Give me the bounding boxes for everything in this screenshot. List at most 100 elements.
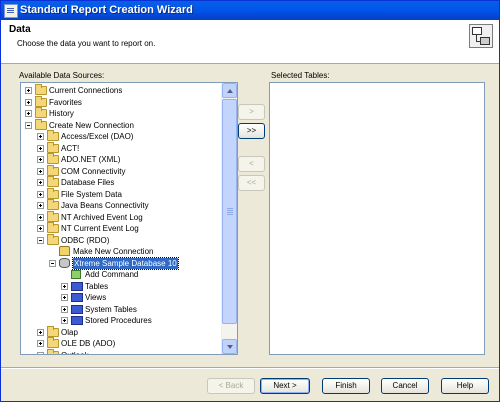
folder-icon [35, 84, 47, 95]
tree-item[interactable]: ACT! [21, 141, 221, 154]
database-table-icon [71, 281, 83, 291]
tree-item[interactable]: ADO.NET (XML) [21, 153, 221, 165]
folder-icon [47, 130, 59, 141]
tree-item-label: OLE DB (ADO) [61, 339, 116, 348]
expand-icon[interactable] [37, 202, 44, 209]
remove-all-button[interactable]: << [238, 175, 265, 191]
tree-item[interactable]: NT Current Event Log [21, 222, 221, 234]
tree-vertical-scrollbar[interactable] [221, 83, 237, 354]
scroll-up-button[interactable] [222, 83, 237, 98]
next-button[interactable]: Next > [260, 378, 310, 394]
folder-icon [35, 107, 47, 118]
tree-item[interactable]: Current Connections [21, 84, 221, 96]
expand-icon[interactable] [37, 156, 44, 163]
tree-item-label: Views [85, 293, 107, 302]
folder-icon [47, 337, 59, 348]
collapse-icon[interactable] [37, 236, 44, 244]
tree-item-label: Olap [61, 327, 78, 337]
expand-icon[interactable] [37, 144, 44, 152]
new-connection-icon [59, 246, 70, 256]
tree-item-label: NT Current Event Log [61, 224, 139, 233]
database-server-icon [59, 257, 70, 268]
tree-item[interactable]: Add Command [21, 269, 221, 280]
expand-icon[interactable] [25, 87, 32, 94]
collapse-icon[interactable] [25, 121, 32, 129]
expand-icon[interactable] [37, 351, 44, 354]
back-button[interactable]: < Back [207, 378, 255, 394]
tree-item[interactable]: Database Files [21, 176, 221, 188]
window-title: Standard Report Creation Wizard [20, 4, 193, 16]
tree-item[interactable]: Olap [21, 325, 221, 338]
tree-item[interactable]: Stored Procedures [21, 315, 221, 326]
tree-item-label: Add Command [85, 270, 139, 279]
tree-item[interactable]: Views [21, 292, 221, 303]
data-tables-icon [469, 24, 493, 48]
tree-item-label: Make New Connection [73, 247, 154, 256]
tree-item-label: File System Data [61, 189, 122, 199]
folder-icon [47, 325, 59, 337]
collapse-icon[interactable] [49, 259, 56, 267]
cancel-button[interactable]: Cancel [381, 378, 429, 394]
tree-item-label: History [49, 109, 74, 118]
expand-icon[interactable] [37, 225, 44, 232]
expand-icon[interactable] [61, 282, 68, 290]
tree-item-label: Access/Excel (DAO) [61, 132, 134, 141]
expand-icon[interactable] [37, 340, 44, 347]
tree-item[interactable]: History [21, 107, 221, 119]
tree-item[interactable]: File System Data [21, 187, 221, 200]
folder-icon [47, 222, 59, 233]
tree-item[interactable]: Create New Connection [21, 118, 221, 131]
tree-item[interactable]: Make New Connection [21, 246, 221, 257]
tree-item[interactable]: COM Connectivity [21, 164, 221, 177]
available-sources-tree[interactable]: Current Connections Favorites History Creat… [20, 82, 238, 355]
scroll-thumb[interactable] [222, 99, 237, 324]
expand-icon[interactable] [61, 305, 68, 313]
database-table-icon [71, 304, 83, 314]
help-button[interactable]: Help [441, 378, 489, 394]
expand-icon[interactable] [25, 110, 32, 117]
tree-item[interactable]: Tables [21, 281, 221, 292]
page-title: Data [9, 24, 31, 35]
tree-item-label: System Tables [85, 304, 137, 314]
scroll-down-button[interactable] [222, 339, 237, 354]
selected-tables-label: Selected Tables: [271, 71, 330, 80]
tree-item[interactable]: OLE DB (ADO) [21, 337, 221, 349]
expand-icon[interactable] [37, 133, 44, 140]
folder-icon [35, 118, 47, 130]
tree-item[interactable]: ODBC (RDO) [21, 233, 221, 246]
tree-item-label: ACT! [61, 143, 80, 153]
add-all-button[interactable]: >> [238, 123, 265, 139]
expand-icon[interactable] [37, 328, 44, 336]
add-one-button[interactable]: > [238, 104, 265, 120]
tree-item-label: NT Archived Event Log [61, 212, 143, 222]
expand-icon[interactable] [37, 213, 44, 221]
tree-item[interactable]: NT Archived Event Log [21, 210, 221, 223]
expand-icon[interactable] [37, 179, 44, 186]
expand-icon[interactable] [25, 98, 32, 106]
tree-item[interactable]: Outlook [21, 348, 221, 354]
folder-icon [47, 348, 59, 354]
tree-item[interactable]: Access/Excel (DAO) [21, 130, 221, 142]
footer-divider [1, 367, 499, 369]
tree-item[interactable]: Favorites [21, 95, 221, 108]
finish-button[interactable]: Finish [322, 378, 370, 394]
tree-item[interactable]: System Tables [21, 304, 221, 315]
tree-item-label: Xtreme Sample Database 10 [72, 256, 179, 270]
database-table-icon [71, 316, 83, 325]
remove-one-button[interactable]: < [238, 156, 265, 172]
tree-item-label: Database Files [61, 178, 115, 187]
tree-item-label: Java Beans Connectivity [61, 201, 149, 210]
expand-icon[interactable] [37, 190, 44, 198]
expand-icon[interactable] [37, 167, 44, 175]
tree-item-label: Tables [85, 281, 109, 291]
available-sources-label: Available Data Sources: [19, 71, 105, 80]
tree-item[interactable]: Xtreme Sample Database 10 [21, 256, 221, 270]
tree-item-label: Favorites [49, 97, 82, 107]
selected-tables-list[interactable] [269, 82, 485, 355]
tree-item-label: Create New Connection [49, 120, 134, 130]
expand-icon[interactable] [61, 294, 68, 301]
tree-item-label: Stored Procedures [85, 316, 152, 325]
expand-icon[interactable] [61, 317, 68, 324]
tree-item[interactable]: Java Beans Connectivity [21, 199, 221, 211]
command-icon [71, 270, 81, 279]
